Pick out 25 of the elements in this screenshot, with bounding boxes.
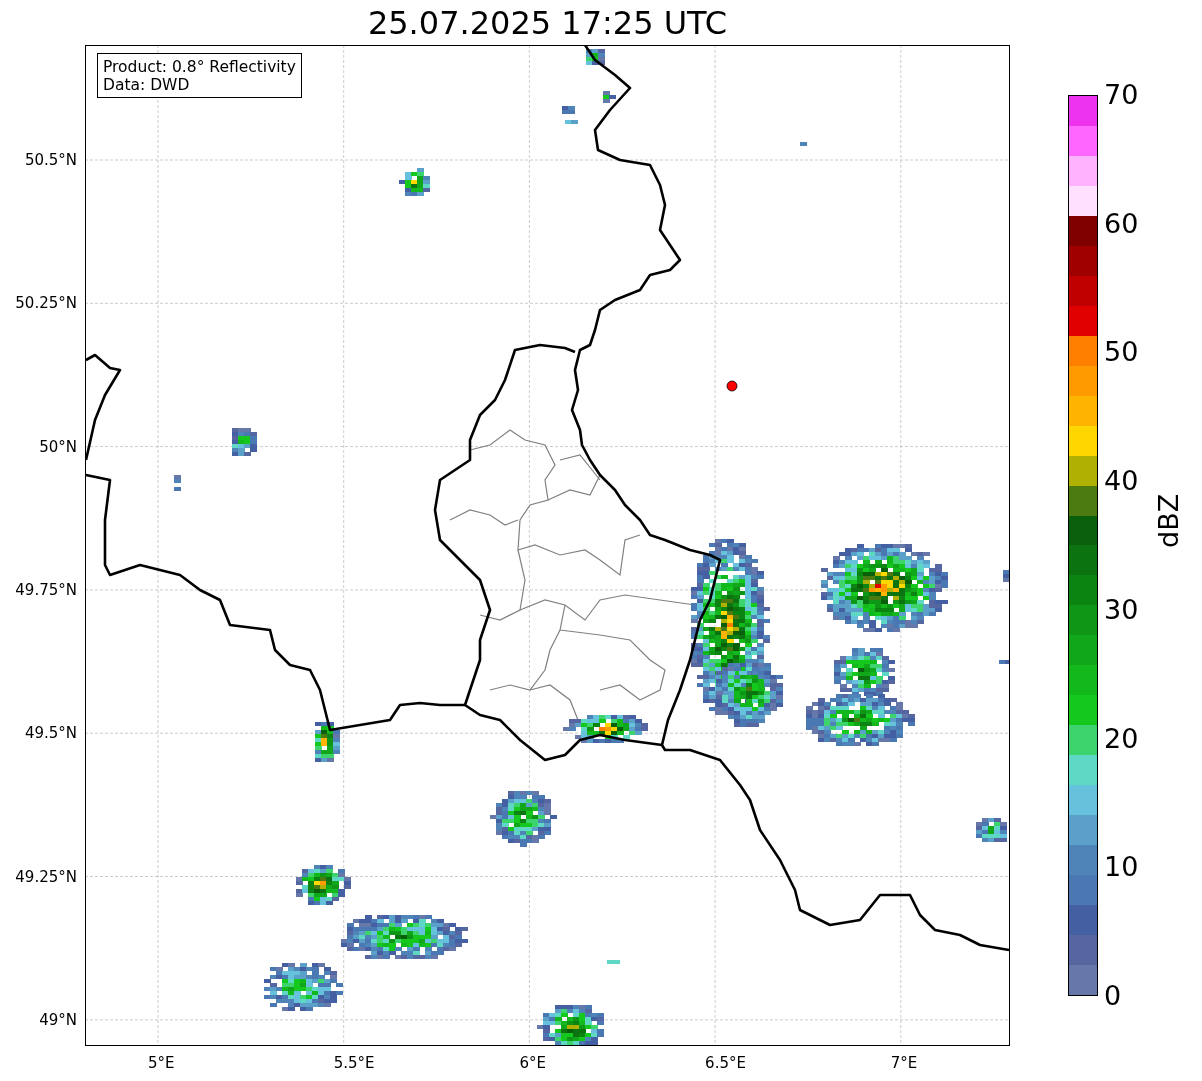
colorbar-tick-label: 60 [1104,208,1139,239]
chart-title: 25.07.2025 17:25 UTC [366,4,729,44]
latitude-label: 49.5°N [24,724,77,743]
latitude-label: 49.75°N [15,580,77,599]
longitude-label: 6.5°E [705,1054,746,1072]
info-text: Product: 0.8° Reflectivity [103,58,296,76]
longitude-label: 6°E [519,1054,546,1072]
latitude-label: 49°N [39,1010,77,1029]
longitude-label: 5°E [148,1054,175,1072]
latitude-label: 49.25°N [15,867,77,886]
longitude-label: 5.5°E [333,1054,375,1072]
latitude-label: 50°N [39,437,77,456]
colorbar-tick-label: 40 [1104,466,1139,497]
colorbar-tick-label: 50 [1104,337,1139,368]
colorbar-tick-label: 70 [1104,80,1139,110]
colorbar-tick-label: 10 [1104,852,1139,883]
info-text: Data: DWD [103,76,191,94]
colorbar-tick-label: 20 [1104,723,1139,754]
colorbar-tick-label: 0 [1104,981,1122,1011]
latitude-label: 50.5°N [24,151,77,169]
colorbar-title: dBZ [1154,493,1184,548]
latitude-label: 50.25°N [15,294,77,313]
location-dot [726,380,738,392]
colorbar-tick-label: 30 [1104,594,1139,625]
longitude-label: 7°E [890,1054,918,1072]
